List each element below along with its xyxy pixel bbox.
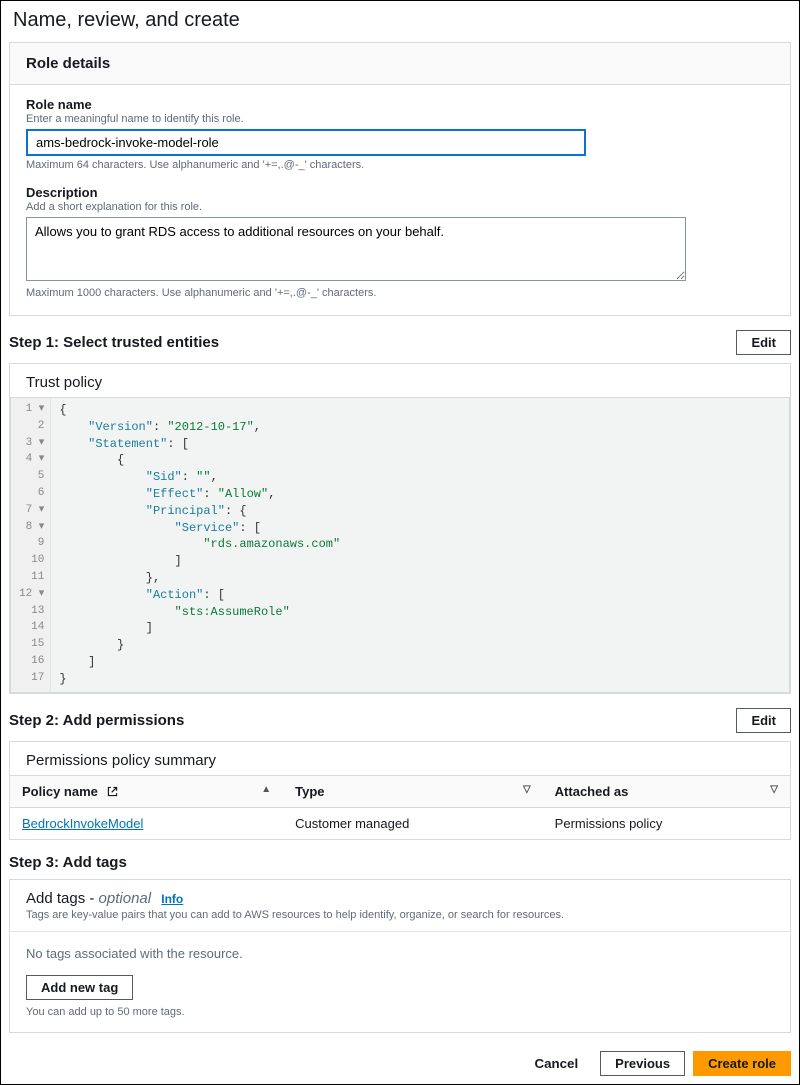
tags-desc: Tags are key-value pairs that you can ad… bbox=[10, 909, 790, 932]
info-link[interactable]: Info bbox=[161, 892, 183, 906]
tags-panel: Add tags - optional Info Tags are key-va… bbox=[9, 879, 791, 1033]
role-name-input[interactable] bbox=[26, 129, 586, 156]
tags-limit: You can add up to 50 more tags. bbox=[26, 1006, 774, 1018]
policy-link[interactable]: BedrockInvokeModel bbox=[22, 816, 143, 831]
table-row: BedrockInvokeModel Customer managed Perm… bbox=[10, 807, 790, 839]
footer-actions: Cancel Previous Create role bbox=[9, 1051, 791, 1076]
policies-table: Policy name ▲ Type ▽ Attached as ▽ bbox=[10, 775, 790, 839]
description-label: Description bbox=[26, 185, 774, 200]
trust-policy-editor[interactable]: 1 ▾23 ▾4 ▾567 ▾8 ▾9101112 ▾1314151617 { … bbox=[10, 397, 790, 693]
step3-title: Step 3: Add tags bbox=[9, 854, 127, 871]
add-tags-title: Add tags - optional bbox=[26, 890, 155, 907]
role-name-desc: Enter a meaningful name to identify this… bbox=[26, 113, 774, 125]
permissions-summary-title: Permissions policy summary bbox=[10, 742, 790, 775]
col-type[interactable]: Type ▽ bbox=[283, 775, 543, 807]
policy-attached-as: Permissions policy bbox=[543, 807, 790, 839]
previous-button[interactable]: Previous bbox=[600, 1051, 685, 1076]
col-policy-name[interactable]: Policy name ▲ bbox=[10, 775, 283, 807]
step2-edit-button[interactable]: Edit bbox=[736, 708, 791, 733]
step2-title: Step 2: Add permissions bbox=[9, 712, 184, 729]
permissions-panel: Permissions policy summary Policy name ▲… bbox=[9, 741, 791, 840]
add-new-tag-button[interactable]: Add new tag bbox=[26, 975, 133, 1000]
step1-title: Step 1: Select trusted entities bbox=[9, 334, 219, 351]
trust-policy-panel: Trust policy 1 ▾23 ▾4 ▾567 ▾8 ▾9101112 ▾… bbox=[9, 363, 791, 694]
trust-policy-title: Trust policy bbox=[10, 364, 790, 397]
role-name-help: Maximum 64 characters. Use alphanumeric … bbox=[26, 159, 774, 171]
external-link-icon bbox=[106, 785, 119, 798]
role-name-field: Role name Enter a meaningful name to ide… bbox=[26, 97, 774, 171]
role-details-header: Role details bbox=[10, 43, 790, 85]
role-details-panel: Role details Role name Enter a meaningfu… bbox=[9, 42, 791, 316]
create-role-button[interactable]: Create role bbox=[693, 1051, 791, 1076]
description-field: Description Add a short explanation for … bbox=[26, 185, 774, 299]
step1-edit-button[interactable]: Edit bbox=[736, 330, 791, 355]
sort-asc-icon[interactable]: ▲ bbox=[261, 784, 271, 795]
col-attached-as[interactable]: Attached as ▽ bbox=[543, 775, 790, 807]
description-desc: Add a short explanation for this role. bbox=[26, 201, 774, 213]
cancel-button[interactable]: Cancel bbox=[520, 1051, 592, 1076]
description-help: Maximum 1000 characters. Use alphanumeri… bbox=[26, 287, 774, 299]
sort-icon[interactable]: ▽ bbox=[523, 784, 531, 795]
tags-empty: No tags associated with the resource. bbox=[26, 946, 774, 961]
role-name-label: Role name bbox=[26, 97, 774, 112]
page-title: Name, review, and create bbox=[9, 9, 791, 42]
description-input[interactable] bbox=[26, 217, 686, 281]
policy-type: Customer managed bbox=[283, 807, 543, 839]
sort-icon[interactable]: ▽ bbox=[770, 784, 778, 795]
